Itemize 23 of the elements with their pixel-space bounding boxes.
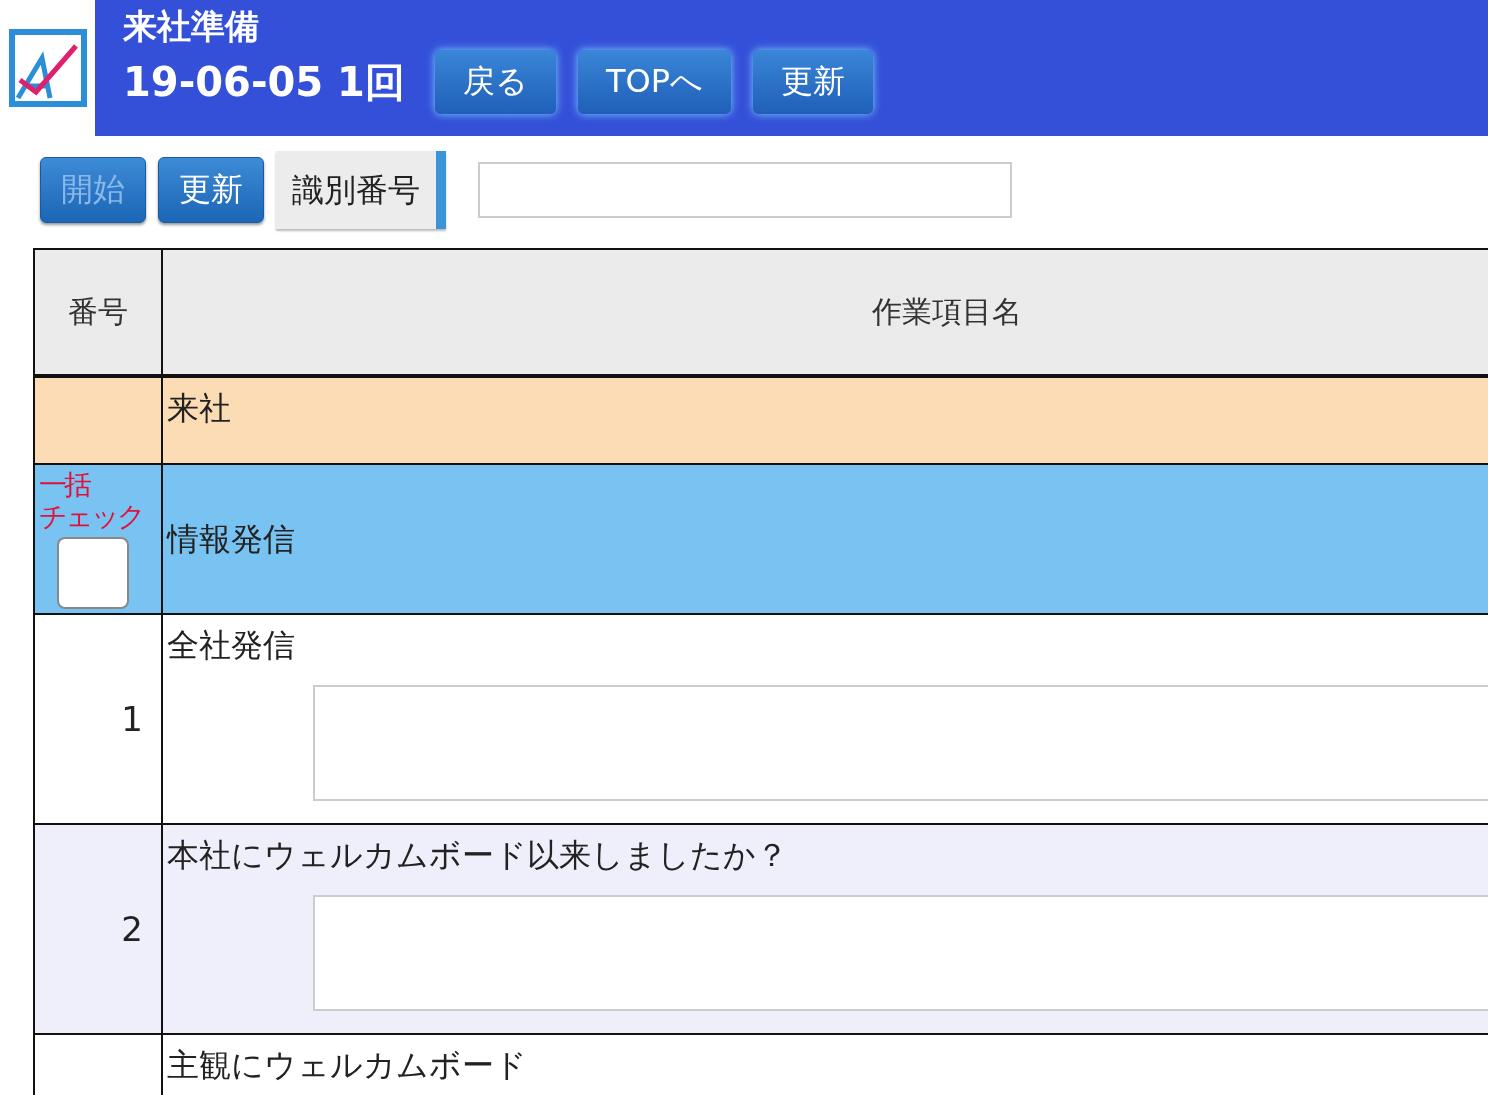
date-session: 19-06-05 1回 xyxy=(123,57,405,107)
row-number: 1 xyxy=(121,699,143,739)
id-label: 識別番号 xyxy=(276,151,446,229)
checkbox[interactable] xyxy=(57,537,129,609)
group-name: 情報発信 xyxy=(167,519,296,559)
id-input-field[interactable] xyxy=(478,162,1012,218)
checkmark-logo-icon xyxy=(7,28,88,108)
header-button[interactable]: 戻る xyxy=(434,50,556,114)
bulk-check-label: 一括 xyxy=(39,469,91,501)
answer-box[interactable] xyxy=(313,685,1488,801)
category-name: 来社 xyxy=(167,388,232,428)
row-number: 2 xyxy=(121,909,143,949)
header-button[interactable]: TOPへ xyxy=(577,50,731,114)
item-name: 本社にウェルカムボード以来しましたか？ xyxy=(167,835,789,875)
bulk-check-label: チェック xyxy=(39,501,144,533)
toolbar-button[interactable]: 更新 xyxy=(158,157,264,223)
page-title: 来社準備 xyxy=(123,5,260,48)
header-button[interactable]: 更新 xyxy=(753,50,873,114)
answer-box[interactable] xyxy=(313,895,1488,1011)
column-header: 番号 xyxy=(34,249,162,376)
item-name: 全社発信 xyxy=(167,625,296,665)
item-name: 主観にウェルカムボード xyxy=(167,1045,528,1085)
column-header: 作業項目名 xyxy=(162,249,1488,376)
